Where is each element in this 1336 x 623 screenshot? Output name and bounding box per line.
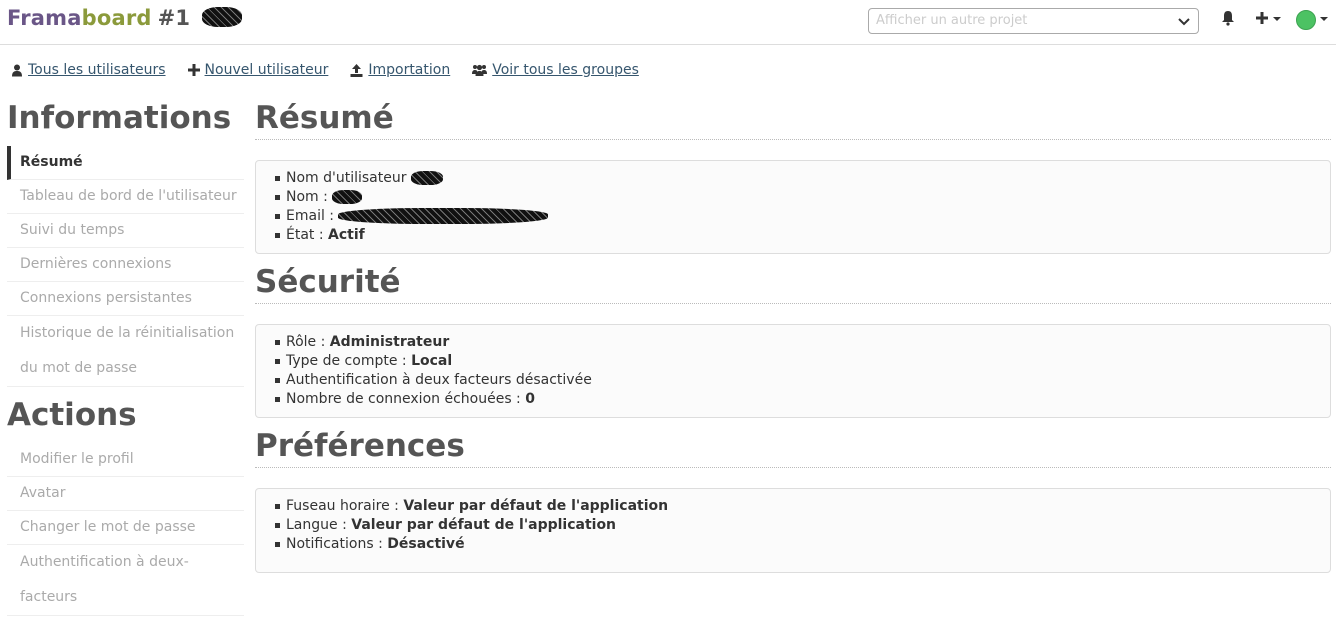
caret-down-icon	[1320, 17, 1328, 21]
import-link[interactable]: Importation	[368, 62, 450, 78]
toolbar-item-all-groups: Voir tous les groupes	[472, 62, 639, 78]
sidebar-actions-title: Actions	[7, 397, 137, 433]
sidebar-item-persistent-connections[interactable]: Connexions persistantes	[7, 282, 244, 316]
sidebar-item-edit-profile[interactable]: Modifier le profil	[7, 443, 244, 477]
caret-down-icon	[1273, 17, 1281, 21]
security-panel: Rôle : Administrateur Type de compte : L…	[255, 324, 1331, 418]
user-menu-button[interactable]	[1296, 10, 1330, 30]
sidebar-item-last-logins[interactable]: Dernières connexions	[7, 248, 244, 282]
sidebar-actions-list: Modifier le profil Avatar Changer le mot…	[7, 443, 244, 616]
user-icon	[12, 64, 22, 76]
toolbar-item-all-users: Tous les utilisateurs	[11, 62, 166, 78]
top-header: Framaboard #1 Afficher un autre projet	[0, 0, 1336, 45]
preferences-title: Préférences	[255, 428, 1331, 468]
chevron-down-icon	[1178, 18, 1190, 26]
summary-title: Résumé	[255, 100, 1331, 140]
sidebar-item-dashboard[interactable]: Tableau de bord de l'utilisateur	[7, 180, 244, 214]
plus-icon	[1256, 12, 1268, 24]
project-switcher-placeholder: Afficher un autre projet	[876, 13, 1028, 28]
sidebar-item-time-tracking[interactable]: Suivi du temps	[7, 214, 244, 248]
sidebar-item-summary[interactable]: Résumé	[7, 146, 244, 180]
redacted-name	[332, 190, 363, 204]
logo-frama: Frama	[7, 6, 82, 30]
preferences-timezone: Fuseau horaire : Valeur par défaut de l'…	[272, 497, 1314, 516]
user-toolbar: Tous les utilisateurs Nouvel utilisateur…	[11, 60, 661, 80]
sidebar-item-password-reset-history[interactable]: Historique de la réinitialisation du mot…	[7, 316, 244, 387]
avatar	[1296, 10, 1316, 30]
preferences-panel: Fuseau horaire : Valeur par défaut de l'…	[255, 488, 1331, 573]
sidebar-item-two-factor[interactable]: Authentification à deux-facteurs	[7, 545, 244, 616]
security-title: Sécurité	[255, 264, 1331, 304]
toolbar-item-new-user: Nouvel utilisateur	[187, 62, 329, 78]
sidebar-info-list: Résumé Tableau de bord de l'utilisateur …	[7, 146, 244, 387]
sidebar-item-avatar[interactable]: Avatar	[7, 477, 244, 511]
preferences-notifications: Notifications : Désactivé	[272, 535, 1314, 554]
summary-email: Email :	[272, 207, 1314, 226]
sidebar-info-title: Informations	[7, 100, 232, 136]
logo-board: board	[81, 6, 152, 30]
security-two-factor: Authentification à deux facteurs désacti…	[272, 371, 1314, 390]
sidebar: Informations Résumé Tableau de bord de l…	[7, 100, 244, 616]
notifications-button[interactable]	[1221, 10, 1237, 28]
all-groups-link[interactable]: Voir tous les groupes	[492, 62, 639, 78]
redacted-username	[410, 171, 443, 185]
redacted-email	[338, 208, 549, 224]
summary-username: Nom d'utilisateur	[272, 169, 1314, 188]
summary-name: Nom :	[272, 188, 1314, 207]
app-logo[interactable]: Framaboard #1	[7, 6, 242, 30]
summary-panel: Nom d'utilisateur Nom : Email : État : A…	[255, 160, 1331, 254]
main-content: Résumé Nom d'utilisateur Nom : Email : É…	[255, 100, 1331, 583]
toolbar-item-import: Importation	[350, 62, 450, 78]
new-user-link[interactable]: Nouvel utilisateur	[205, 62, 329, 78]
create-menu-button[interactable]	[1255, 10, 1285, 28]
upload-icon	[350, 63, 363, 77]
project-number: #1	[157, 6, 191, 30]
plus-icon	[187, 64, 200, 76]
preferences-language: Langue : Valeur par défaut de l'applicat…	[272, 516, 1314, 535]
security-account-type: Type de compte : Local	[272, 352, 1314, 371]
all-users-link[interactable]: Tous les utilisateurs	[28, 62, 166, 78]
sidebar-item-change-password[interactable]: Changer le mot de passe	[7, 511, 244, 545]
project-switcher-select[interactable]: Afficher un autre projet	[868, 8, 1199, 34]
security-role: Rôle : Administrateur	[272, 333, 1314, 352]
bell-icon	[1222, 11, 1234, 26]
security-failed-logins: Nombre de connexion échouées : 0	[272, 390, 1314, 409]
users-icon	[472, 64, 488, 76]
redacted-project-name	[201, 7, 242, 27]
summary-state: État : Actif	[272, 226, 1314, 245]
